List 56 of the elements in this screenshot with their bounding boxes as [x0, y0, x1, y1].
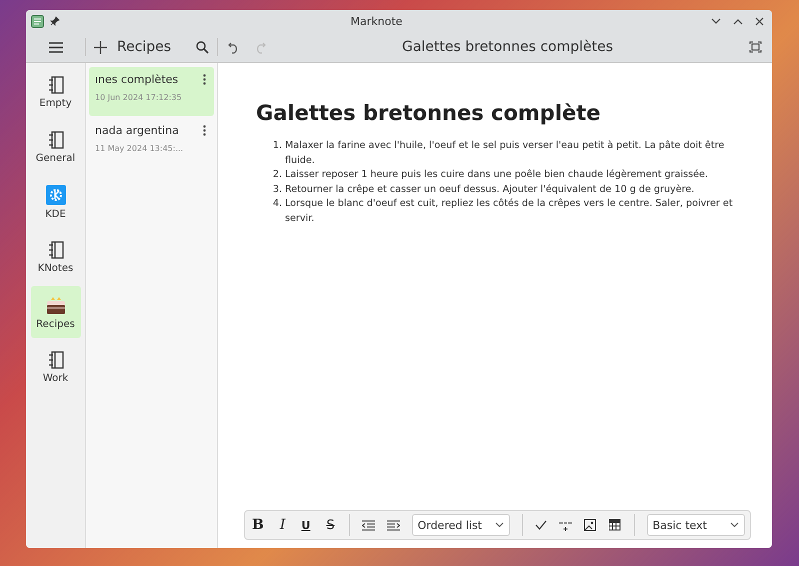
more-options-icon[interactable]	[203, 125, 206, 136]
note-item[interactable]: ınes complètes 10 Jun 2024 17:12:35	[89, 67, 214, 116]
notebook-icon	[48, 130, 64, 148]
note-title: Galettes bretonnes complètes	[400, 39, 614, 55]
note-title: nada argentina	[95, 124, 179, 137]
fullscreen-icon[interactable]	[749, 41, 762, 53]
format-button[interactable]: I	[278, 517, 288, 533]
recipe-step: Laisser reposer 1 heure puis les cuire dans une poêle bien chaude légèrement graissée.	[285, 168, 734, 182]
insert-image-icon[interactable]	[584, 518, 597, 532]
list-number: 3.	[272, 182, 282, 196]
notebook-item[interactable]: KNotes	[30, 231, 80, 283]
pin-icon[interactable]	[50, 16, 60, 26]
format-button[interactable]: U	[299, 518, 312, 532]
undo-icon[interactable]	[228, 40, 240, 54]
text-style-dropdown[interactable]: Basic text	[646, 514, 745, 536]
list-style-dropdown[interactable]: Ordered list	[412, 514, 510, 536]
list-number: 1.	[272, 139, 282, 153]
increase-indent-icon[interactable]	[386, 520, 400, 530]
close-icon[interactable]	[755, 16, 764, 26]
notebook-item[interactable]: General	[30, 121, 80, 173]
plus-icon[interactable]	[94, 40, 107, 54]
notebook-item[interactable]: Recipes	[30, 286, 80, 338]
chevron-down-icon	[730, 522, 739, 528]
maximize-icon[interactable]	[733, 18, 743, 24]
cake-icon	[44, 294, 66, 314]
menu-icon[interactable]	[48, 42, 62, 52]
checkmark-icon[interactable]	[534, 520, 547, 530]
note-title: ınes complètes	[95, 73, 178, 86]
format-button[interactable]: B	[250, 517, 266, 533]
notebook-item[interactable]: Work	[30, 341, 80, 393]
list-number: 2.	[272, 168, 282, 182]
notebook-title: Recipes	[117, 39, 172, 55]
notebook-icon	[48, 350, 64, 368]
minimize-icon[interactable]	[711, 18, 721, 24]
chevron-down-icon	[494, 522, 504, 528]
notebook-item[interactable]: KDE	[30, 176, 80, 228]
insert-link-icon[interactable]	[558, 520, 572, 530]
recipe-step: Lorsque le blanc d'oeuf est cuit, repliez les côtés de la crêpes vers le centre. Saler, poivrer et servir.	[285, 197, 734, 226]
notebook-icon	[48, 76, 64, 94]
insert-table-icon[interactable]	[608, 518, 622, 532]
recipe-step: Retourner la crêpe et casser un oeuf dessus. Ajouter l'équivalent de 10 g de gruyère.	[285, 182, 734, 197]
more-options-icon[interactable]	[203, 74, 206, 85]
window-title: Marknote	[350, 14, 402, 28]
notebook-icon	[48, 240, 64, 258]
note-item[interactable]: nada argentina 11 May 2024 13:45:...	[89, 118, 214, 167]
recipe-step: Malaxer la farine avec l'huile, l'oeuf et le sel puis verser l'eau petit à petit. La pâte doit être fluide.	[285, 139, 734, 168]
note-date: 11 May 2024 13:45:...	[95, 144, 184, 153]
decrease-indent-icon[interactable]	[362, 520, 375, 530]
notebook-item[interactable]: Empty	[30, 66, 80, 118]
search-icon[interactable]	[196, 40, 209, 54]
format-button[interactable]: S	[324, 518, 337, 532]
gear-logo-icon	[46, 184, 66, 204]
app-icon	[31, 14, 44, 28]
note-heading: Galettes bretonnes complète	[256, 101, 602, 125]
list-number: 4.	[272, 197, 282, 211]
note-date: 10 Jun 2024 17:12:35	[95, 93, 183, 102]
